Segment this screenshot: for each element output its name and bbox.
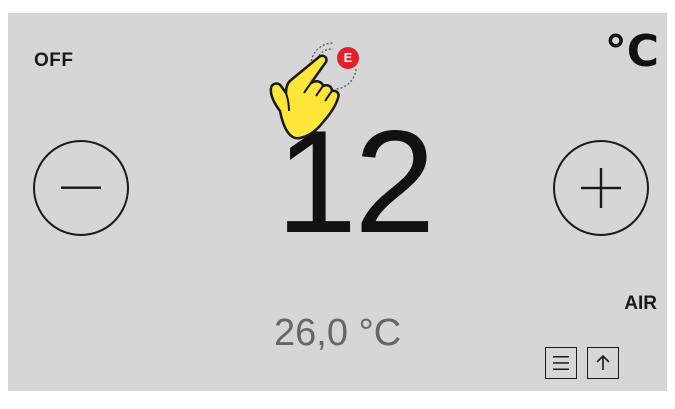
increase-temperature-button[interactable] xyxy=(553,140,649,236)
error-badge-letter: E xyxy=(343,50,353,65)
unit-label[interactable]: °C xyxy=(605,30,659,74)
plus-icon xyxy=(581,168,621,208)
decrease-temperature-button[interactable] xyxy=(33,140,129,236)
thermostat-screen: OFF °C 12 26,0 °C AIR E xyxy=(8,13,667,391)
up-arrow-button[interactable] xyxy=(587,347,619,379)
menu-button[interactable] xyxy=(545,347,577,379)
current-temperature-readout: 26,0 °C xyxy=(274,312,402,354)
minus-icon xyxy=(61,186,101,189)
tap-hand-icon: E xyxy=(256,33,361,163)
power-off-button[interactable]: OFF xyxy=(34,50,74,72)
arrow-up-icon xyxy=(596,354,610,370)
mode-air-button[interactable]: AIR xyxy=(624,293,657,315)
menu-lines-icon xyxy=(553,356,569,370)
